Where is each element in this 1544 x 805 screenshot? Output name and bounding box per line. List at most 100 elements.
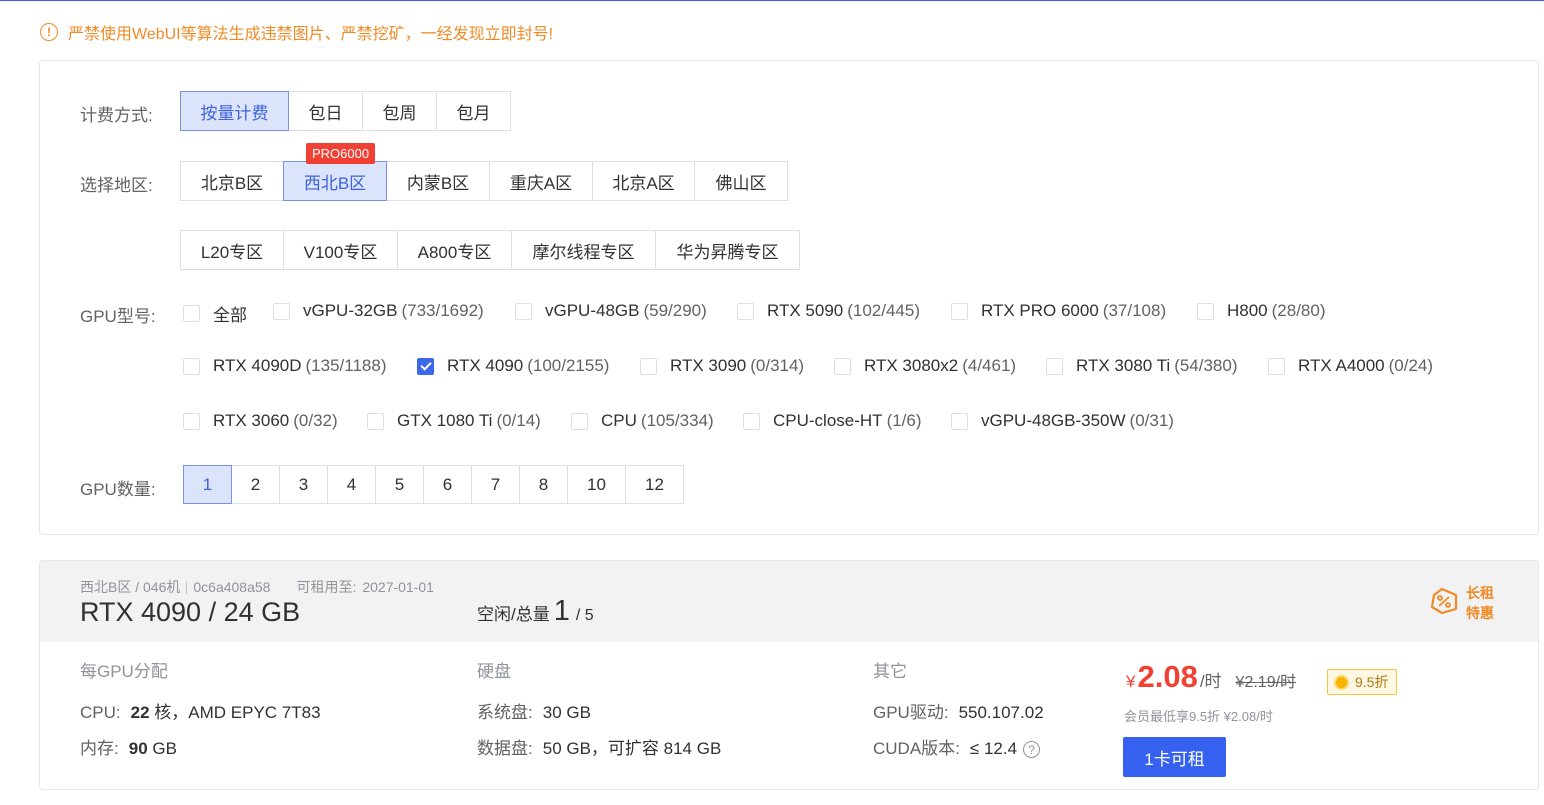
gpu-option-all[interactable]: 全部 xyxy=(183,301,247,326)
gpu-option-vgpu-48gb-350w[interactable]: vGPU-48GB-350W (0/31) xyxy=(951,411,1174,431)
checkbox-icon xyxy=(367,412,384,430)
gpu-count-12[interactable]: 12 xyxy=(625,465,684,504)
machine-card: 西北B区 / 046机 0c6a408a58 可租用至: 2027-01-01 … xyxy=(39,560,1539,790)
billing-option-weekly[interactable]: 包周 xyxy=(362,91,437,131)
gpu-option-rtx-3090[interactable]: RTX 3090 (0/314) xyxy=(640,356,804,376)
gpu-option-gtx-1080-ti[interactable]: GTX 1080 Ti (0/14) xyxy=(367,411,541,431)
gpu-option-name: RTX 3060 xyxy=(213,411,290,430)
gpu-option-name: RTX 3090 xyxy=(670,356,747,375)
gpu-count-label: GPU数量: xyxy=(80,480,156,499)
billing-option-monthly[interactable]: 包月 xyxy=(436,91,511,131)
per-gpu-header: 每GPU分配 xyxy=(80,662,168,681)
top-accent-line xyxy=(0,0,1544,1)
gpu-option-name: CPU xyxy=(601,411,637,430)
cpu-cores: 22 xyxy=(130,703,150,722)
gpu-option-count: (0/14) xyxy=(496,411,541,430)
gpu-option-rtx-4090d[interactable]: RTX 4090D (135/1188) xyxy=(183,356,386,376)
region-northwest-b-label: 西北B区 xyxy=(303,173,367,193)
other-header: 其它 xyxy=(873,662,907,681)
gpu-driver-label: GPU驱动: xyxy=(873,703,949,722)
gpu-option-name: vGPU-32GB xyxy=(303,301,398,320)
promo-line-2: 特惠 xyxy=(1466,605,1494,621)
region-v100-zone[interactable]: V100专区 xyxy=(283,230,398,270)
region-neimeng-b[interactable]: 内蒙B区 xyxy=(386,161,490,201)
long-rent-promo[interactable]: 长租 特惠 xyxy=(1428,583,1494,623)
gpu-option-name: CPU-close-HT xyxy=(773,411,883,430)
gpu-count-1[interactable]: 1 xyxy=(183,465,232,504)
gpu-option-name: RTX 3080x2 xyxy=(864,356,959,375)
gpu-option-name: RTX A4000 xyxy=(1298,356,1385,375)
gpu-option-count: (0/32) xyxy=(293,411,338,430)
percent-tag-icon xyxy=(1428,585,1460,622)
gpu-count-5[interactable]: 5 xyxy=(375,465,424,504)
region-huawei-ascend-zone[interactable]: 华为昇腾专区 xyxy=(655,230,800,270)
region-a800-zone[interactable]: A800专区 xyxy=(397,230,512,270)
region-options-row2: L20专区 V100专区 A800专区 摩尔线程专区 华为昇腾专区 xyxy=(180,230,800,270)
total-count: / 5 xyxy=(575,607,594,624)
region-l20-zone[interactable]: L20专区 xyxy=(180,230,284,270)
gpu-option-name: vGPU-48GB xyxy=(545,301,640,320)
member-price-note: 会员最低享9.5折 ¥2.08/时 xyxy=(1124,709,1273,724)
rent-button[interactable]: 1卡可租 xyxy=(1123,737,1226,777)
machine-meta: 西北B区 / 046机 0c6a408a58 可租用至: 2027-01-01 xyxy=(80,577,434,597)
filter-panel: 计费方式: 按量计费 包日 包周 包月 选择地区: 北京B区 PRO6000 西… xyxy=(39,60,1539,535)
gpu-option-rtx-4090[interactable]: RTX 4090 (100/2155) xyxy=(417,356,609,376)
billing-label: 计费方式: xyxy=(80,106,153,125)
gpu-option-rtx-pro-6000[interactable]: RTX PRO 6000 (37/108) xyxy=(951,301,1166,321)
billing-option-pay-as-you-go[interactable]: 按量计费 xyxy=(180,91,289,131)
gpu-option-vgpu-32gb[interactable]: vGPU-32GB (733/1692) xyxy=(273,301,484,321)
gpu-option-rtx-3060[interactable]: RTX 3060 (0/32) xyxy=(183,411,338,431)
idle-count: 1 xyxy=(553,595,570,627)
gpu-option-h800[interactable]: H800 (28/80) xyxy=(1197,301,1326,321)
checkbox-icon xyxy=(834,357,851,375)
gpu-option-count: (37/108) xyxy=(1102,301,1167,320)
checkbox-icon xyxy=(183,412,200,430)
checkbox-icon xyxy=(571,412,588,430)
cpu-desc: 核，AMD EPYC 7T83 xyxy=(154,703,321,722)
gpu-option-rtx-a4000[interactable]: RTX A4000 (0/24) xyxy=(1268,356,1433,376)
checkbox-icon xyxy=(743,412,760,430)
region-foshan[interactable]: 佛山区 xyxy=(694,161,788,201)
pro6000-badge: PRO6000 xyxy=(306,143,376,164)
region-northwest-b[interactable]: PRO6000 西北B区 xyxy=(283,143,387,201)
checkbox-icon xyxy=(951,412,968,430)
discount-badge: 9.5折 xyxy=(1327,669,1398,695)
gpu-option-count: (28/80) xyxy=(1271,301,1326,320)
gpu-option-count: (102/445) xyxy=(847,301,921,320)
gpu-option-count: (1/6) xyxy=(886,411,922,430)
gpu-driver-spec: GPU驱动: 550.107.02 xyxy=(873,698,1044,723)
gpu-count-10[interactable]: 10 xyxy=(567,465,626,504)
checkbox-icon xyxy=(183,357,200,375)
region-moore-threads-zone[interactable]: 摩尔线程专区 xyxy=(511,230,656,270)
gpu-count-2[interactable]: 2 xyxy=(231,465,280,504)
gpu-count-3[interactable]: 3 xyxy=(279,465,328,504)
gpu-count-7[interactable]: 7 xyxy=(471,465,520,504)
cpu-label: CPU: xyxy=(80,703,121,722)
checkbox-checked-icon xyxy=(417,357,434,375)
gpu-option-cpu[interactable]: CPU (105/334) xyxy=(571,411,714,431)
gpu-count-6[interactable]: 6 xyxy=(423,465,472,504)
question-circle-icon[interactable]: ? xyxy=(1023,741,1041,759)
gpu-option-rtx-3080-ti[interactable]: RTX 3080 Ti (54/380) xyxy=(1046,356,1238,376)
gpu-option-name: RTX 4090 xyxy=(447,356,524,375)
gpu-option-rtx-5090[interactable]: RTX 5090 (102/445) xyxy=(737,301,920,321)
memory-unit: GB xyxy=(152,739,177,758)
region-chongqing-a[interactable]: 重庆A区 xyxy=(489,161,593,201)
machine-expiry: 2027-01-01 xyxy=(362,579,434,595)
billing-option-daily[interactable]: 包日 xyxy=(288,91,363,131)
gpu-option-vgpu-48gb[interactable]: vGPU-48GB (59/290) xyxy=(515,301,707,321)
checkbox-icon xyxy=(515,302,532,320)
cuda-value: ≤ 12.4 xyxy=(969,739,1018,758)
price-display: ¥ 2.08 /时 ¥2.19/时 xyxy=(1126,659,1296,695)
gpu-option-name: RTX 3080 Ti xyxy=(1076,356,1171,375)
data-disk-value: 50 GB，可扩容 814 GB xyxy=(542,739,722,758)
region-beijing-a[interactable]: 北京A区 xyxy=(592,161,695,201)
gpu-count-8[interactable]: 8 xyxy=(519,465,568,504)
cuda-label: CUDA版本: xyxy=(873,739,960,758)
gpu-option-rtx-3080x2[interactable]: RTX 3080x2 (4/461) xyxy=(834,356,1016,376)
region-beijing-b[interactable]: 北京B区 xyxy=(180,161,284,201)
gpu-model-label: GPU型号: xyxy=(80,307,156,326)
gpu-option-cpu-close-ht[interactable]: CPU-close-HT (1/6) xyxy=(743,411,922,431)
currency-symbol: ¥ xyxy=(1126,672,1136,691)
gpu-count-4[interactable]: 4 xyxy=(327,465,376,504)
